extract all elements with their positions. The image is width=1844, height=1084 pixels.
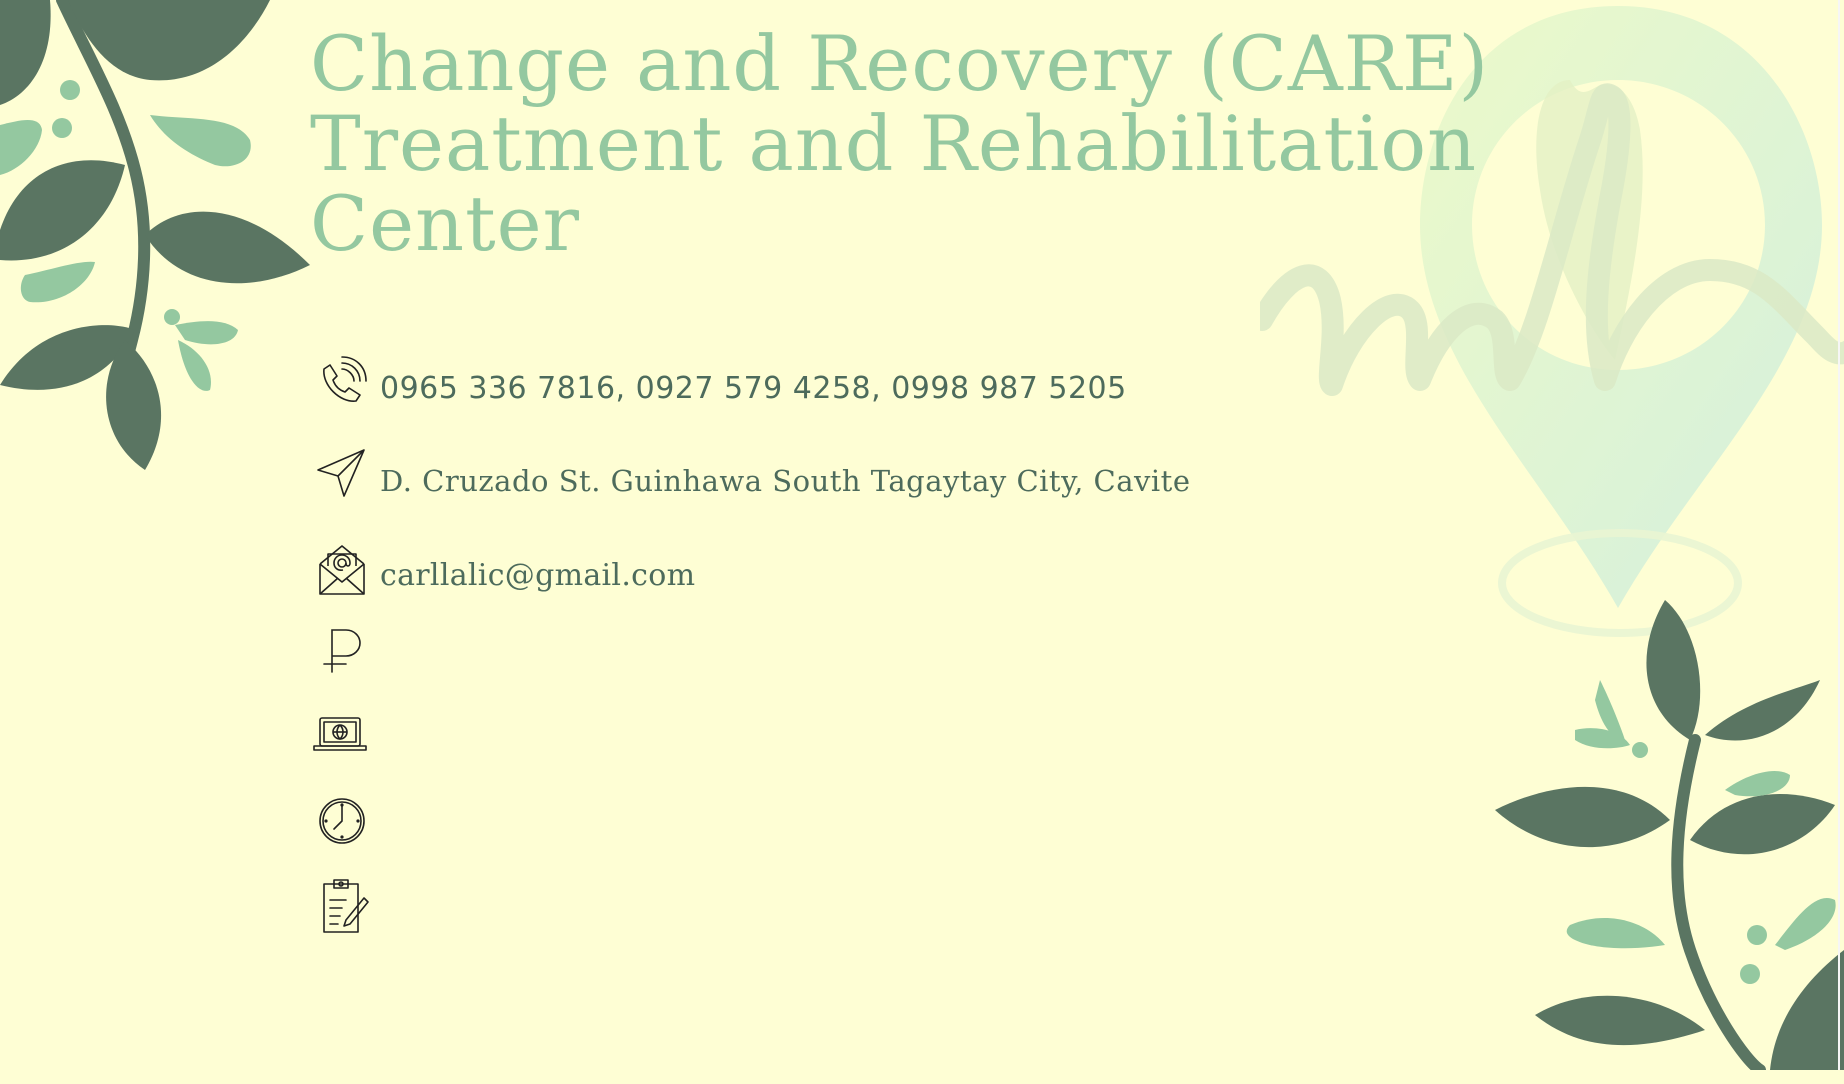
email-row: carllalic@gmail.com	[310, 536, 1310, 596]
clock-icon	[310, 791, 370, 851]
address-row: D. Cruzado St. Guinhawa South Tagaytay C…	[310, 448, 1310, 508]
address-text: D. Cruzado St. Guinhawa South Tagaytay C…	[380, 464, 1191, 498]
center-title: Change and Recovery (CARE) Treatment and…	[310, 19, 1490, 268]
email-envelope-icon	[310, 536, 370, 596]
bottom-strip	[0, 1070, 1844, 1084]
navigation-arrow-icon	[310, 448, 370, 508]
clipboard-pencil-icon	[310, 876, 370, 936]
phone-icon	[310, 355, 370, 415]
price-row	[310, 622, 1310, 682]
phone-row: 0965 336 7816, 0927 579 4258, 0998 987 5…	[310, 355, 1310, 415]
peso-icon	[310, 622, 370, 682]
laptop-globe-icon	[310, 706, 370, 766]
website-row	[310, 706, 1310, 766]
leaves-decoration-top-left	[0, 0, 320, 480]
hours-row	[310, 791, 1310, 851]
email-address[interactable]: carllalic@gmail.com	[380, 558, 695, 593]
phone-numbers: 0965 336 7816, 0927 579 4258, 0998 987 5…	[380, 371, 1127, 406]
right-edge-divider	[1838, 0, 1840, 1070]
leaves-decoration-bottom-right	[1495, 590, 1844, 1070]
info-card: Change and Recovery (CARE) Treatment and…	[0, 0, 1844, 1070]
notes-row	[310, 876, 1310, 936]
